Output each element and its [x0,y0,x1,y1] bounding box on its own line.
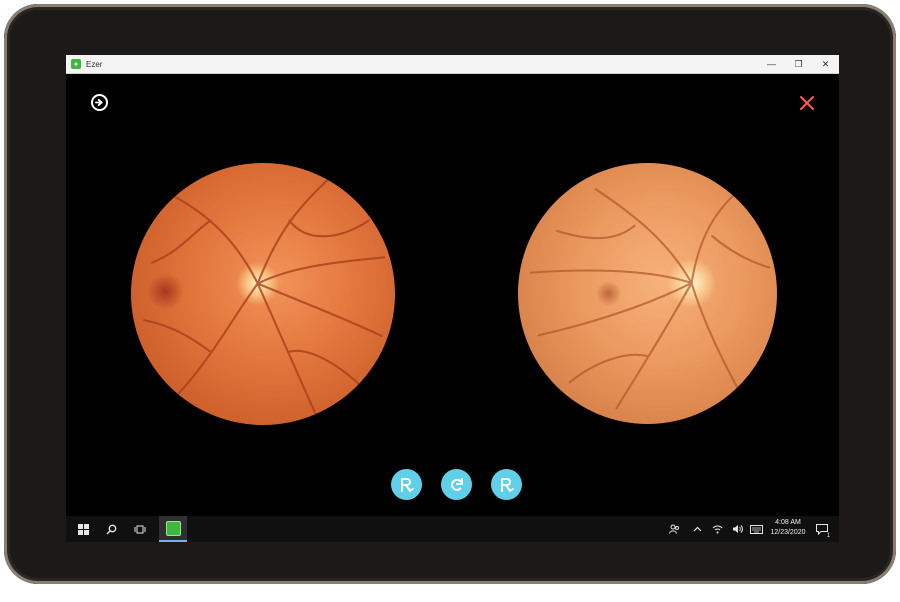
ezer-app-icon: ● [71,59,81,69]
task-view-button[interactable] [129,516,151,542]
people-icon [668,524,679,534]
ezer-app-icon [165,520,181,536]
window-title: Ezer [86,59,103,69]
volume-icon [732,525,743,533]
clock-time: 4:08 AM [775,519,801,526]
refresh-button[interactable] [441,469,472,500]
right-fundus-image [518,163,777,424]
close-x-icon [800,96,814,110]
window-close-button[interactable]: ✕ [812,55,839,73]
action-center-button[interactable]: 1 [814,516,830,542]
clock-date: 12/23/2020 [770,529,806,536]
volume-button[interactable] [730,516,744,542]
minimize-button[interactable]: — [758,55,785,73]
tablet-frame: ● Ezer — ❐ ✕ 4:08 AM 12/23/2020 1 [4,4,896,584]
next-button[interactable] [91,94,108,111]
search-button[interactable] [100,516,122,542]
rx-left-button[interactable] [391,469,422,500]
taskbar-clock[interactable]: 4:08 AM 12/23/2020 [764,518,812,538]
wifi-icon [712,525,722,534]
left-fundus-image [131,163,395,425]
rx-icon [400,477,414,492]
task-view-icon [134,525,146,533]
touch-keyboard-button[interactable] [748,516,764,542]
refresh-icon [450,477,463,491]
search-icon [106,524,116,534]
keyboard-icon [749,524,763,534]
restore-button[interactable]: ❐ [785,55,812,73]
taskbar-ezer-app[interactable] [159,516,187,542]
screen: ● Ezer — ❐ ✕ 4:08 AM 12/23/2020 1 [66,55,839,542]
network-button[interactable] [710,516,724,542]
windows-start-icon [77,523,89,535]
chevron-up-icon [693,526,701,532]
rx-icon [500,477,514,492]
retinal-vessels [143,177,386,416]
arrow-right-circle-icon [95,98,103,107]
taskbar: 4:08 AM 12/23/2020 1 [66,516,839,542]
retinal-vessels [529,182,771,410]
rx-right-button[interactable] [491,469,522,500]
start-button[interactable] [72,516,94,542]
notification-count: 1 [826,533,830,539]
show-hidden-icons-button[interactable] [690,516,704,542]
window-controls: — ❐ ✕ [758,55,839,73]
window-titlebar: ● Ezer — ❐ ✕ [66,55,839,74]
close-app-button[interactable] [799,95,815,111]
people-button[interactable] [666,516,682,542]
